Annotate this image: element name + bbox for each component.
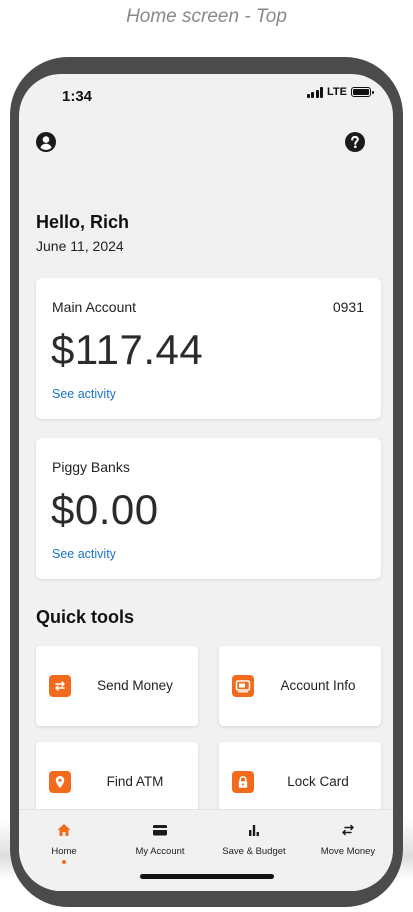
- tab-label: Save & Budget: [222, 846, 286, 857]
- tile-label: Send Money: [97, 678, 173, 693]
- transfer-arrows-icon: [49, 675, 71, 697]
- status-indicators: LTE: [306, 86, 374, 98]
- help-button[interactable]: [345, 132, 365, 152]
- card-icon: [153, 825, 167, 836]
- greeting-date: June 11, 2024: [36, 238, 124, 254]
- location-pin-icon: [49, 771, 71, 793]
- active-tab-indicator: [62, 860, 66, 864]
- tab-move-money[interactable]: Move Money: [303, 820, 393, 857]
- tile-label: Lock Card: [287, 774, 349, 789]
- account-card-icon: [232, 675, 254, 697]
- account-name: Main Account: [52, 299, 137, 315]
- see-activity-link[interactable]: See activity: [52, 387, 116, 401]
- tab-label: Move Money: [320, 846, 376, 857]
- status-time: 1:34: [62, 88, 93, 105]
- main-account-card[interactable]: Main Account 0931 $117.44 See activity: [36, 278, 381, 419]
- profile-button[interactable]: [36, 132, 56, 152]
- account-balance: $0.00: [51, 486, 159, 533]
- tab-label: My Account: [135, 846, 185, 857]
- see-activity-link[interactable]: See activity: [52, 547, 116, 561]
- bar-chart-icon: [249, 825, 259, 836]
- network-type: LTE: [327, 86, 347, 98]
- account-number: 0931: [332, 299, 364, 315]
- app-screen: 1:34 LTE Hello, Rich June 11, 2024 Main …: [19, 74, 393, 891]
- tile-label: Account Info: [280, 678, 356, 693]
- home-indicator[interactable]: [140, 874, 274, 879]
- account-name: Piggy Banks: [52, 459, 130, 475]
- signal-icon: [306, 86, 324, 98]
- battery-icon: [351, 87, 374, 97]
- greeting-title: Hello, Rich: [36, 212, 130, 232]
- send-money-button[interactable]: Send Money: [36, 646, 198, 726]
- account-info-button[interactable]: Account Info: [219, 646, 381, 726]
- tab-save-budget[interactable]: Save & Budget: [209, 820, 299, 857]
- screen-caption: Home screen - Top: [126, 6, 287, 27]
- status-bar: 1:34 LTE: [19, 74, 393, 118]
- account-balance: $117.44: [51, 326, 204, 373]
- transfer-icon: [342, 824, 354, 836]
- tab-home[interactable]: Home: [19, 820, 109, 864]
- home-icon: [57, 824, 71, 836]
- tab-label: Home: [51, 846, 77, 857]
- tab-my-account[interactable]: My Account: [115, 820, 205, 857]
- quick-tools-title: Quick tools: [36, 607, 135, 627]
- user-circle-icon: [40, 136, 52, 150]
- question-circle-icon: [351, 135, 359, 149]
- piggy-banks-card[interactable]: Piggy Banks $0.00 See activity: [36, 438, 381, 579]
- tile-label: Find ATM: [106, 774, 164, 789]
- lock-icon: [232, 771, 254, 793]
